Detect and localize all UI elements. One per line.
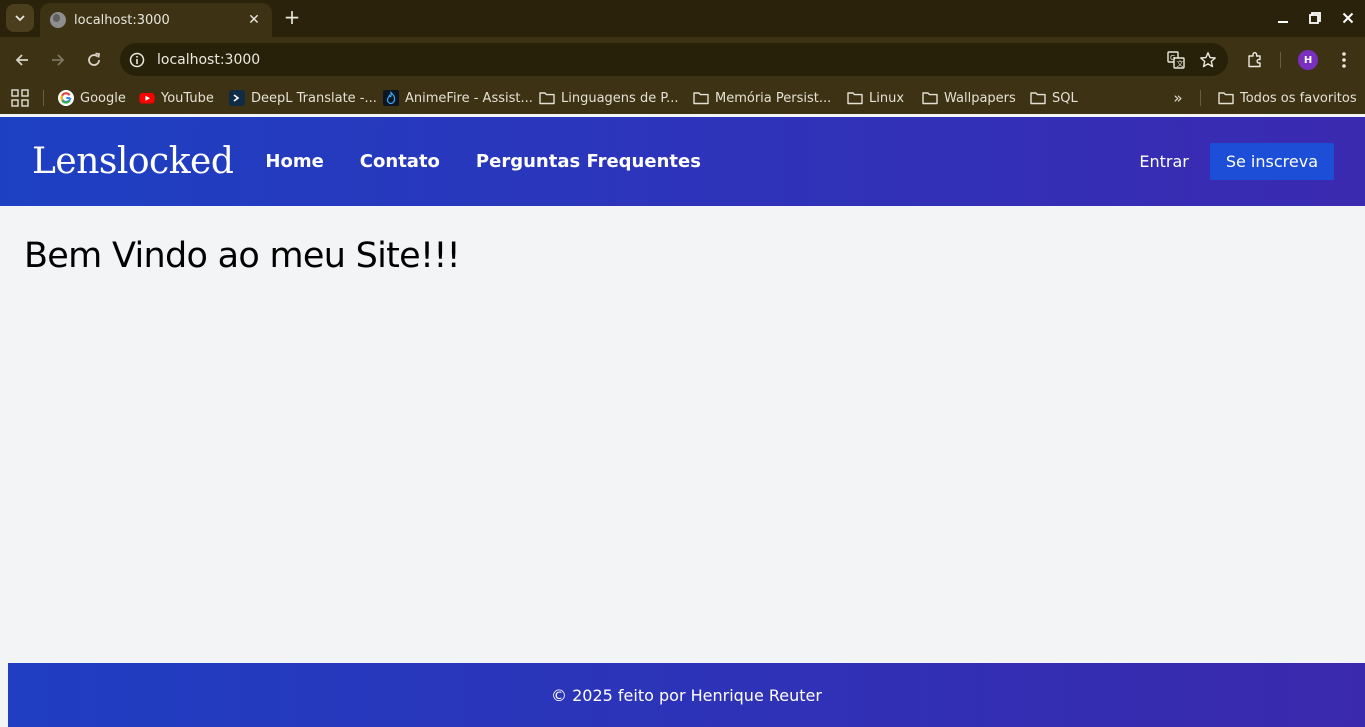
back-button[interactable] bbox=[9, 47, 35, 73]
bookmarks-bar: Google YouTube DeepL Translate -... Anim… bbox=[0, 82, 1365, 114]
bookmark-label: Linguagens de P... bbox=[561, 90, 679, 106]
bookmark-label: Google bbox=[80, 90, 126, 106]
signup-button[interactable]: Se inscreva bbox=[1209, 143, 1334, 180]
close-icon[interactable]: ✕ bbox=[246, 12, 262, 28]
folder-icon bbox=[539, 90, 555, 106]
bookmark-label: YouTube bbox=[161, 90, 214, 106]
arrow-right-icon bbox=[52, 54, 65, 66]
bookmark-folder-sql[interactable]: SQL bbox=[1030, 88, 1078, 108]
restore-button[interactable] bbox=[1304, 7, 1326, 29]
folder-icon bbox=[1218, 90, 1234, 106]
bookmark-label: Wallpapers bbox=[944, 90, 1016, 106]
bookmark-animefire[interactable]: AnimeFire - Assist... bbox=[383, 88, 533, 108]
close-icon bbox=[1342, 12, 1354, 24]
site-header: Lenslocked Home Contato Perguntas Freque… bbox=[0, 117, 1365, 206]
footer-copyright: © 2025 feito por Henrique Reuter bbox=[551, 685, 822, 705]
extensions-button[interactable] bbox=[1243, 48, 1267, 72]
bookmark-google[interactable]: Google bbox=[58, 88, 126, 108]
apps-icon[interactable] bbox=[11, 89, 29, 107]
google-icon bbox=[58, 90, 74, 106]
toolbar-divider bbox=[1280, 52, 1281, 68]
site-info-icon[interactable] bbox=[128, 51, 146, 69]
animefire-icon bbox=[383, 90, 399, 106]
minimize-icon bbox=[1278, 21, 1288, 23]
main-content: Bem Vindo ao meu Site!!! bbox=[0, 206, 1365, 663]
star-icon[interactable] bbox=[1196, 48, 1220, 72]
nav-link-faq[interactable]: Perguntas Frequentes bbox=[476, 151, 701, 172]
new-tab-button[interactable]: + bbox=[282, 6, 302, 28]
bookmark-label: SQL bbox=[1052, 90, 1078, 106]
address-bar[interactable]: localhost:3000 G文 bbox=[120, 43, 1228, 76]
bookmark-folder-wallpapers[interactable]: Wallpapers bbox=[922, 88, 1016, 108]
bookmarks-divider bbox=[1200, 90, 1201, 106]
login-link[interactable]: Entrar bbox=[1139, 152, 1188, 171]
translate-icon[interactable]: G文 bbox=[1164, 48, 1188, 72]
bookmark-deepl[interactable]: DeepL Translate -... bbox=[229, 88, 377, 108]
bookmark-folder-memoria[interactable]: Memória Persist... bbox=[693, 88, 831, 108]
minimize-button[interactable] bbox=[1272, 7, 1294, 29]
bookmark-label: Linux bbox=[869, 90, 905, 106]
bookmark-youtube[interactable]: YouTube bbox=[139, 88, 214, 108]
profile-avatar[interactable]: H bbox=[1298, 50, 1318, 70]
restore-icon bbox=[1309, 12, 1321, 24]
folder-icon bbox=[693, 90, 709, 106]
reload-button[interactable] bbox=[81, 47, 107, 73]
browser-menu-button[interactable] bbox=[1333, 48, 1355, 72]
auth-links: Entrar Se inscreva bbox=[1139, 143, 1334, 180]
forward-button[interactable] bbox=[45, 47, 71, 73]
globe-icon bbox=[50, 12, 66, 28]
bookmark-label: Todos os favoritos bbox=[1240, 90, 1357, 106]
browser-toolbar: localhost:3000 G文 H bbox=[0, 37, 1365, 82]
browser-tab[interactable]: localhost:3000 ✕ bbox=[40, 3, 272, 37]
svg-text:文: 文 bbox=[1177, 59, 1184, 68]
deepl-icon bbox=[229, 90, 245, 106]
close-window-button[interactable] bbox=[1337, 7, 1359, 29]
bookmark-label: AnimeFire - Assist... bbox=[405, 90, 533, 106]
url-text: localhost:3000 bbox=[157, 51, 261, 68]
site-footer: © 2025 feito por Henrique Reuter bbox=[8, 663, 1365, 727]
chevron-down-icon bbox=[15, 15, 25, 22]
svg-text:G: G bbox=[1170, 54, 1175, 62]
reload-icon bbox=[88, 52, 101, 66]
tab-title: localhost:3000 bbox=[74, 12, 170, 28]
folder-icon bbox=[847, 90, 863, 106]
nav-link-home[interactable]: Home bbox=[265, 151, 323, 172]
all-bookmarks-folder[interactable]: Todos os favoritos bbox=[1218, 88, 1357, 108]
tab-search-button[interactable] bbox=[6, 4, 34, 32]
bookmark-folder-linguagens[interactable]: Linguagens de P... bbox=[539, 88, 679, 108]
puzzle-icon bbox=[1248, 52, 1261, 68]
folder-icon bbox=[922, 90, 938, 106]
site-logo[interactable]: Lenslocked bbox=[32, 141, 234, 182]
bookmark-label: DeepL Translate -... bbox=[251, 90, 377, 106]
tab-strip: localhost:3000 ✕ + bbox=[0, 0, 1365, 37]
bookmarks-divider bbox=[43, 90, 44, 106]
nav-link-contact[interactable]: Contato bbox=[360, 151, 440, 172]
bookmark-folder-linux[interactable]: Linux bbox=[847, 88, 904, 108]
page-title: Bem Vindo ao meu Site!!! bbox=[24, 236, 461, 276]
folder-icon bbox=[1030, 90, 1046, 106]
more-vertical-icon bbox=[1342, 52, 1346, 68]
arrow-left-icon bbox=[15, 54, 28, 66]
more-bookmarks-icon[interactable]: » bbox=[1168, 89, 1188, 107]
youtube-icon bbox=[139, 90, 155, 106]
bookmark-label: Memória Persist... bbox=[715, 90, 832, 106]
